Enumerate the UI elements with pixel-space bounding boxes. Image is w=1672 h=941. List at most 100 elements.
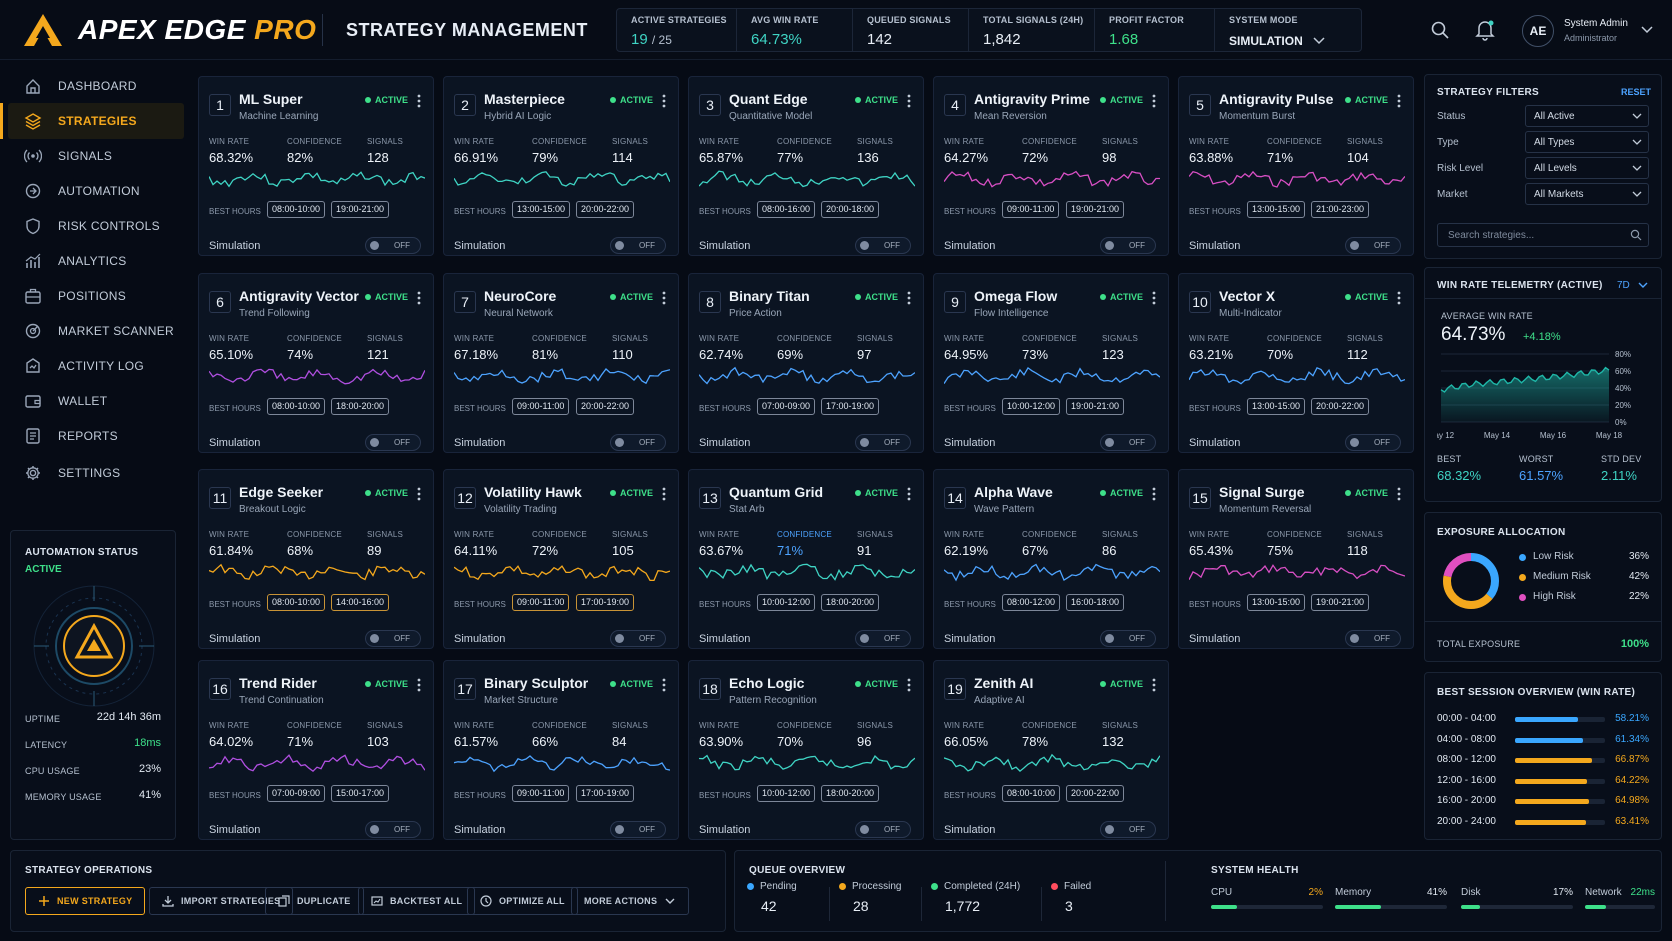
range-dropdown[interactable]: 7D (1617, 280, 1648, 291)
reset-filters-link[interactable]: RESET (1621, 87, 1651, 97)
more-vertical-icon[interactable] (660, 93, 668, 109)
simulation-toggle[interactable]: OFF (855, 630, 911, 647)
avatar[interactable]: AE (1522, 15, 1554, 47)
simulation-toggle[interactable]: OFF (365, 237, 421, 254)
filter-select-risk-level[interactable]: All Levels (1525, 157, 1649, 179)
sidebar-item-strategies[interactable]: STRATEGIES (0, 103, 184, 139)
sidebar-item-market-scanner[interactable]: MARKET SCANNER (8, 313, 184, 349)
simulation-toggle[interactable]: OFF (365, 821, 421, 838)
strategy-card[interactable]: 8 Binary Titan Price Action ACTIVE WIN RATE 6… (688, 273, 924, 453)
simulation-toggle[interactable]: OFF (1100, 630, 1156, 647)
sidebar-item-automation[interactable]: AUTOMATION (8, 173, 184, 209)
new-strategy-button[interactable]: NEW STRATEGY (25, 887, 146, 915)
strategy-name[interactable]: Trend Rider (239, 675, 317, 691)
more-vertical-icon[interactable] (905, 677, 913, 693)
filter-select-status[interactable]: All Active (1525, 105, 1649, 127)
filter-select-market[interactable]: All Markets (1525, 183, 1649, 205)
strategy-name[interactable]: Antigravity Pulse (1219, 91, 1333, 107)
strategy-name[interactable]: Vector X (1219, 288, 1275, 304)
strategy-name[interactable]: Alpha Wave (974, 484, 1053, 500)
simulation-toggle[interactable]: OFF (610, 237, 666, 254)
strategy-card[interactable]: 9 Omega Flow Flow Intelligence ACTIVE WIN RA… (933, 273, 1169, 453)
sidebar-item-analytics[interactable]: ANALYTICS (8, 243, 184, 279)
simulation-toggle[interactable]: OFF (855, 821, 911, 838)
strategy-name[interactable]: Zenith AI (974, 675, 1033, 691)
more-vertical-icon[interactable] (1395, 93, 1403, 109)
system-mode-dropdown[interactable]: SYSTEM MODE SIMULATION (1215, 9, 1361, 51)
simulation-toggle[interactable]: OFF (610, 821, 666, 838)
simulation-toggle[interactable]: OFF (1345, 630, 1401, 647)
strategy-name[interactable]: Omega Flow (974, 288, 1057, 304)
strategy-name[interactable]: Binary Titan (729, 288, 810, 304)
strategy-card[interactable]: 16 Trend Rider Trend Continuation ACTIVE WIN… (198, 660, 434, 840)
backtest-all-button[interactable]: BACKTEST ALL (358, 887, 476, 915)
more-vertical-icon[interactable] (905, 93, 913, 109)
strategy-name[interactable]: ML Super (239, 91, 303, 107)
simulation-toggle[interactable]: OFF (365, 630, 421, 647)
duplicate-button[interactable]: DUPLICATE (265, 887, 364, 915)
more-vertical-icon[interactable] (1150, 93, 1158, 109)
user-name[interactable]: System Admin (1564, 18, 1628, 29)
strategy-card[interactable]: 5 Antigravity Pulse Momentum Burst ACTIVE WI… (1178, 76, 1414, 256)
simulation-toggle[interactable]: OFF (1345, 434, 1401, 451)
strategy-card[interactable]: 3 Quant Edge Quantitative Model ACTIVE WIN R… (688, 76, 924, 256)
strategy-name[interactable]: Quantum Grid (729, 484, 823, 500)
more-vertical-icon[interactable] (415, 677, 423, 693)
strategy-card[interactable]: 11 Edge Seeker Breakout Logic ACTIVE WIN RAT… (198, 469, 434, 649)
strategy-card[interactable]: 7 NeuroCore Neural Network ACTIVE WIN RATE 67… (443, 273, 679, 453)
sidebar-item-risk-controls[interactable]: RISK CONTROLS (8, 208, 184, 244)
more-vertical-icon[interactable] (1150, 290, 1158, 306)
more-vertical-icon[interactable] (1150, 677, 1158, 693)
strategy-card[interactable]: 19 Zenith AI Adaptive AI ACTIVE WIN RATE 66.0… (933, 660, 1169, 840)
simulation-toggle[interactable]: OFF (1345, 237, 1401, 254)
simulation-toggle[interactable]: OFF (1100, 821, 1156, 838)
more-vertical-icon[interactable] (905, 486, 913, 502)
more-vertical-icon[interactable] (415, 290, 423, 306)
more-vertical-icon[interactable] (415, 93, 423, 109)
simulation-toggle[interactable]: OFF (365, 434, 421, 451)
strategy-card[interactable]: 12 Volatility Hawk Volatility Trading ACTIV… (443, 469, 679, 649)
simulation-toggle[interactable]: OFF (1100, 434, 1156, 451)
strategy-card[interactable]: 4 Antigravity Prime Mean Reversion ACTIVE WI… (933, 76, 1169, 256)
search-strategies-input[interactable]: Search strategies... (1437, 223, 1649, 247)
more-vertical-icon[interactable] (660, 486, 668, 502)
simulation-toggle[interactable]: OFF (855, 434, 911, 451)
more-vertical-icon[interactable] (1395, 290, 1403, 306)
strategy-name[interactable]: Volatility Hawk (484, 484, 582, 500)
strategy-name[interactable]: Antigravity Prime (974, 91, 1090, 107)
simulation-toggle[interactable]: OFF (610, 630, 666, 647)
more-vertical-icon[interactable] (660, 290, 668, 306)
strategy-name[interactable]: NeuroCore (484, 288, 556, 304)
strategy-name[interactable]: Quant Edge (729, 91, 808, 107)
strategy-card[interactable]: 14 Alpha Wave Wave Pattern ACTIVE WIN RATE 62… (933, 469, 1169, 649)
simulation-toggle[interactable]: OFF (855, 237, 911, 254)
simulation-toggle[interactable]: OFF (610, 434, 666, 451)
strategy-card[interactable]: 13 Quantum Grid Stat Arb ACTIVE WIN RATE 63.6… (688, 469, 924, 649)
more-vertical-icon[interactable] (905, 290, 913, 306)
bell-icon[interactable] (1475, 19, 1495, 41)
strategy-card[interactable]: 15 Signal Surge Momentum Reversal ACTIVE WIN… (1178, 469, 1414, 649)
strategy-name[interactable]: Antigravity Vector (239, 288, 359, 304)
sidebar-item-reports[interactable]: REPORTS (8, 418, 184, 454)
strategy-name[interactable]: Edge Seeker (239, 484, 323, 500)
simulation-toggle[interactable]: OFF (1100, 237, 1156, 254)
strategy-name[interactable]: Echo Logic (729, 675, 804, 691)
more-vertical-icon[interactable] (415, 486, 423, 502)
optimize-all-button[interactable]: OPTIMIZE ALL (467, 887, 578, 915)
strategy-card[interactable]: 6 Antigravity Vector Trend Following ACTIVE… (198, 273, 434, 453)
search-icon[interactable] (1430, 20, 1450, 40)
more-vertical-icon[interactable] (1395, 486, 1403, 502)
more-vertical-icon[interactable] (660, 677, 668, 693)
strategy-card[interactable]: 2 Masterpiece Hybrid AI Logic ACTIVE WIN RAT… (443, 76, 679, 256)
sidebar-item-dashboard[interactable]: DASHBOARD (8, 68, 184, 104)
strategy-card[interactable]: 18 Echo Logic Pattern Recognition ACTIVE WIN… (688, 660, 924, 840)
strategy-card[interactable]: 10 Vector X Multi-Indicator ACTIVE WIN RATE 6… (1178, 273, 1414, 453)
strategy-name[interactable]: Masterpiece (484, 91, 565, 107)
strategy-card[interactable]: 17 Binary Sculptor Market Structure ACTIVE W… (443, 660, 679, 840)
strategy-card[interactable]: 1 ML Super Machine Learning ACTIVE WIN RATE 6… (198, 76, 434, 256)
more-vertical-icon[interactable] (1150, 486, 1158, 502)
strategy-name[interactable]: Signal Surge (1219, 484, 1305, 500)
sidebar-item-positions[interactable]: POSITIONS (8, 278, 184, 314)
sidebar-item-wallet[interactable]: WALLET (8, 383, 184, 419)
more-actions-button[interactable]: MORE ACTIONS (571, 887, 690, 915)
